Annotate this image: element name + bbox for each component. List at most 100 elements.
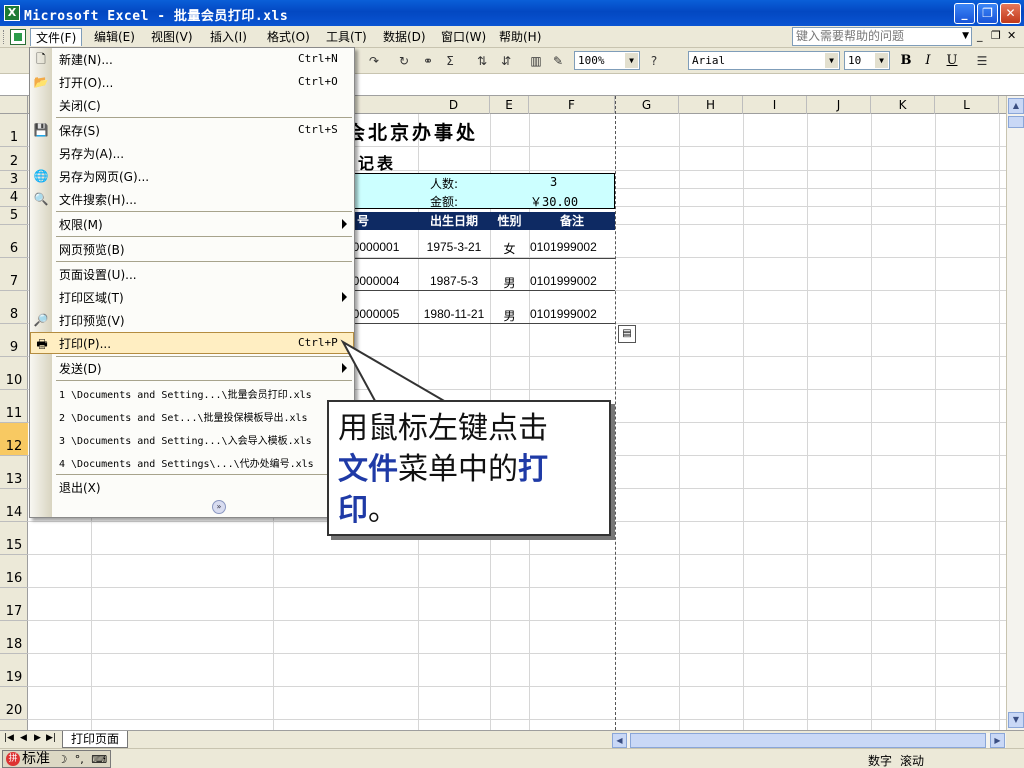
ime-toolbar[interactable]: 拼标准 ☽ °, ⌨ — [2, 750, 112, 768]
doc-minimize-button[interactable]: _ — [977, 29, 983, 42]
help-icon[interactable]: ? — [646, 53, 662, 69]
menu-item-permission[interactable]: 权限(M) — [30, 213, 354, 235]
drawing-icon[interactable]: ✎ — [550, 53, 566, 69]
row-header-16[interactable]: 16 — [0, 555, 28, 588]
column-header-h[interactable]: H — [679, 96, 743, 114]
font-size-dropdown-icon[interactable]: ▼ — [875, 53, 888, 68]
font-dropdown-icon[interactable]: ▼ — [825, 53, 838, 68]
row-header-19[interactable]: 19 — [0, 654, 28, 687]
bold-button[interactable]: B — [896, 52, 916, 70]
italic-button[interactable]: I — [918, 52, 938, 70]
scroll-left-icon[interactable]: ◀ — [612, 733, 627, 748]
menu-file[interactable]: 文件(F) — [30, 28, 83, 46]
menu-item-page-setup[interactable]: 页面设置(U)... — [30, 263, 354, 285]
row-header-17[interactable]: 17 — [0, 588, 28, 621]
menu-window[interactable]: 窗口(W) — [436, 28, 491, 46]
menu-item-new[interactable]: 🗋 新建(N)... Ctrl+N — [30, 48, 354, 70]
moon-icon[interactable]: ☽ — [57, 753, 67, 766]
vertical-scroll-thumb[interactable] — [1008, 116, 1024, 128]
scroll-up-icon[interactable]: ▲ — [1008, 98, 1024, 114]
first-sheet-icon[interactable]: |◀ — [4, 733, 14, 743]
row-header-5[interactable]: 5 — [0, 207, 28, 225]
doc-close-button[interactable]: ✕ — [1007, 29, 1016, 42]
row-header-15[interactable]: 15 — [0, 522, 28, 555]
font-size-select[interactable]: 10 ▼ — [844, 51, 890, 70]
menu-edit[interactable]: 编辑(E) — [89, 28, 140, 46]
autosum-icon[interactable]: Σ — [442, 53, 458, 69]
sort-desc-icon[interactable]: ⇵ — [498, 53, 514, 69]
help-dropdown-icon[interactable]: ▼ — [962, 28, 969, 45]
menu-item-recent-4[interactable]: 4 \Documents and Settings\...\代办处编号.xls — [30, 451, 354, 473]
menu-item-recent-2[interactable]: 2 \Documents and Set...\批量投保模板导出.xls — [30, 405, 354, 427]
menu-view[interactable]: 视图(V) — [146, 28, 198, 46]
menu-item-exit[interactable]: 退出(X) — [30, 476, 354, 498]
column-header-i[interactable]: I — [743, 96, 807, 114]
menu-help[interactable]: 帮助(H) — [494, 28, 546, 46]
row-header-3[interactable]: 3 — [0, 171, 28, 189]
ime-mode[interactable]: 标准 — [22, 751, 50, 767]
column-header-d[interactable]: D — [418, 96, 490, 114]
menu-item-web-preview[interactable]: 网页预览(B) — [30, 238, 354, 260]
row-header-12[interactable]: 12 — [0, 423, 28, 456]
menu-item-recent-1[interactable]: 1 \Documents and Setting...\批量会员打印.xls — [30, 382, 354, 404]
excel-app-icon[interactable]: X — [4, 5, 20, 21]
redo-icon[interactable]: ↷ — [366, 53, 382, 69]
column-header-l[interactable]: L — [935, 96, 999, 114]
keyboard-icon[interactable]: ⌨ — [91, 753, 107, 766]
help-search-input[interactable]: 键入需要帮助的问题 ▼ — [792, 27, 972, 46]
prev-sheet-icon[interactable]: ◀ — [20, 733, 27, 743]
menu-tools[interactable]: 工具(T) — [321, 28, 372, 46]
row-header-8[interactable]: 8 — [0, 291, 28, 324]
column-header-f[interactable]: F — [529, 96, 615, 114]
menu-item-save-as[interactable]: 另存为(A)... — [30, 142, 354, 164]
underline-button[interactable]: U — [942, 52, 962, 70]
column-header-g[interactable]: G — [615, 96, 679, 114]
menu-item-open[interactable]: 📂 打开(O)... Ctrl+O — [30, 71, 354, 93]
restore-button[interactable]: ❐ — [977, 3, 998, 24]
menu-expand-icon[interactable]: » — [212, 500, 226, 514]
row-header-1[interactable]: 1 — [0, 114, 28, 147]
punctuation-icon[interactable]: °, — [75, 753, 84, 766]
row-header-10[interactable]: 10 — [0, 357, 28, 390]
menu-data[interactable]: 数据(D) — [378, 28, 431, 46]
row-header-2[interactable]: 2 — [0, 147, 28, 171]
menu-insert[interactable]: 插入(I) — [205, 28, 252, 46]
hyperlink-icon[interactable]: ⚭ — [420, 53, 436, 69]
chart-wizard-icon[interactable]: ▥ — [528, 53, 544, 69]
scroll-right-icon[interactable]: ▶ — [990, 733, 1005, 748]
sheet-tab-print-page[interactable]: 打印页面 — [62, 731, 129, 748]
next-sheet-icon[interactable]: ▶ — [34, 733, 41, 743]
row-header-7[interactable]: 7 — [0, 258, 28, 291]
font-select[interactable]: Arial ▼ — [688, 51, 840, 70]
menu-item-save-as-web[interactable]: 🌐 另存为网页(G)... — [30, 165, 354, 187]
paste-options-icon[interactable]: ▤ — [618, 325, 636, 343]
close-button[interactable]: ✕ — [1000, 3, 1021, 24]
horizontal-scroll-thumb[interactable] — [630, 733, 986, 748]
row-header-4[interactable]: 4 — [0, 189, 28, 207]
select-all-corner[interactable] — [0, 96, 28, 114]
row-header-6[interactable]: 6 — [0, 225, 28, 258]
sort-asc-icon[interactable]: ⇅ — [474, 53, 490, 69]
column-header-k[interactable]: K — [871, 96, 935, 114]
menu-item-file-search[interactable]: 🔍 文件搜索(H)... — [30, 188, 354, 210]
vertical-scrollbar[interactable]: ▲ ▼ — [1006, 96, 1024, 730]
scroll-down-icon[interactable]: ▼ — [1008, 712, 1024, 728]
align-left-icon[interactable]: ☰ — [974, 53, 990, 69]
menu-item-save[interactable]: 💾 保存(S) Ctrl+S — [30, 119, 354, 141]
menu-format[interactable]: 格式(O) — [262, 28, 315, 46]
row-header-14[interactable]: 14 — [0, 489, 28, 522]
menu-item-close[interactable]: 关闭(C) — [30, 94, 354, 116]
row-header-18[interactable]: 18 — [0, 621, 28, 654]
horizontal-scrollbar[interactable]: ◀ ▶ — [612, 733, 1006, 748]
document-icon[interactable] — [10, 29, 26, 45]
minimize-button[interactable]: _ — [954, 3, 975, 24]
menu-item-send[interactable]: 发送(D) — [30, 357, 354, 379]
menu-item-recent-3[interactable]: 3 \Documents and Setting...\入会导入模板.xls — [30, 428, 354, 450]
menu-item-print-area[interactable]: 打印区域(T) — [30, 286, 354, 308]
last-sheet-icon[interactable]: ▶| — [46, 733, 56, 743]
column-header-e[interactable]: E — [490, 96, 529, 114]
doc-restore-button[interactable]: ❐ — [991, 29, 1001, 42]
row-header-9[interactable]: 9 — [0, 324, 28, 357]
menubar-grip[interactable] — [3, 30, 6, 44]
zoom-select[interactable]: 100% ▼ — [574, 51, 640, 70]
